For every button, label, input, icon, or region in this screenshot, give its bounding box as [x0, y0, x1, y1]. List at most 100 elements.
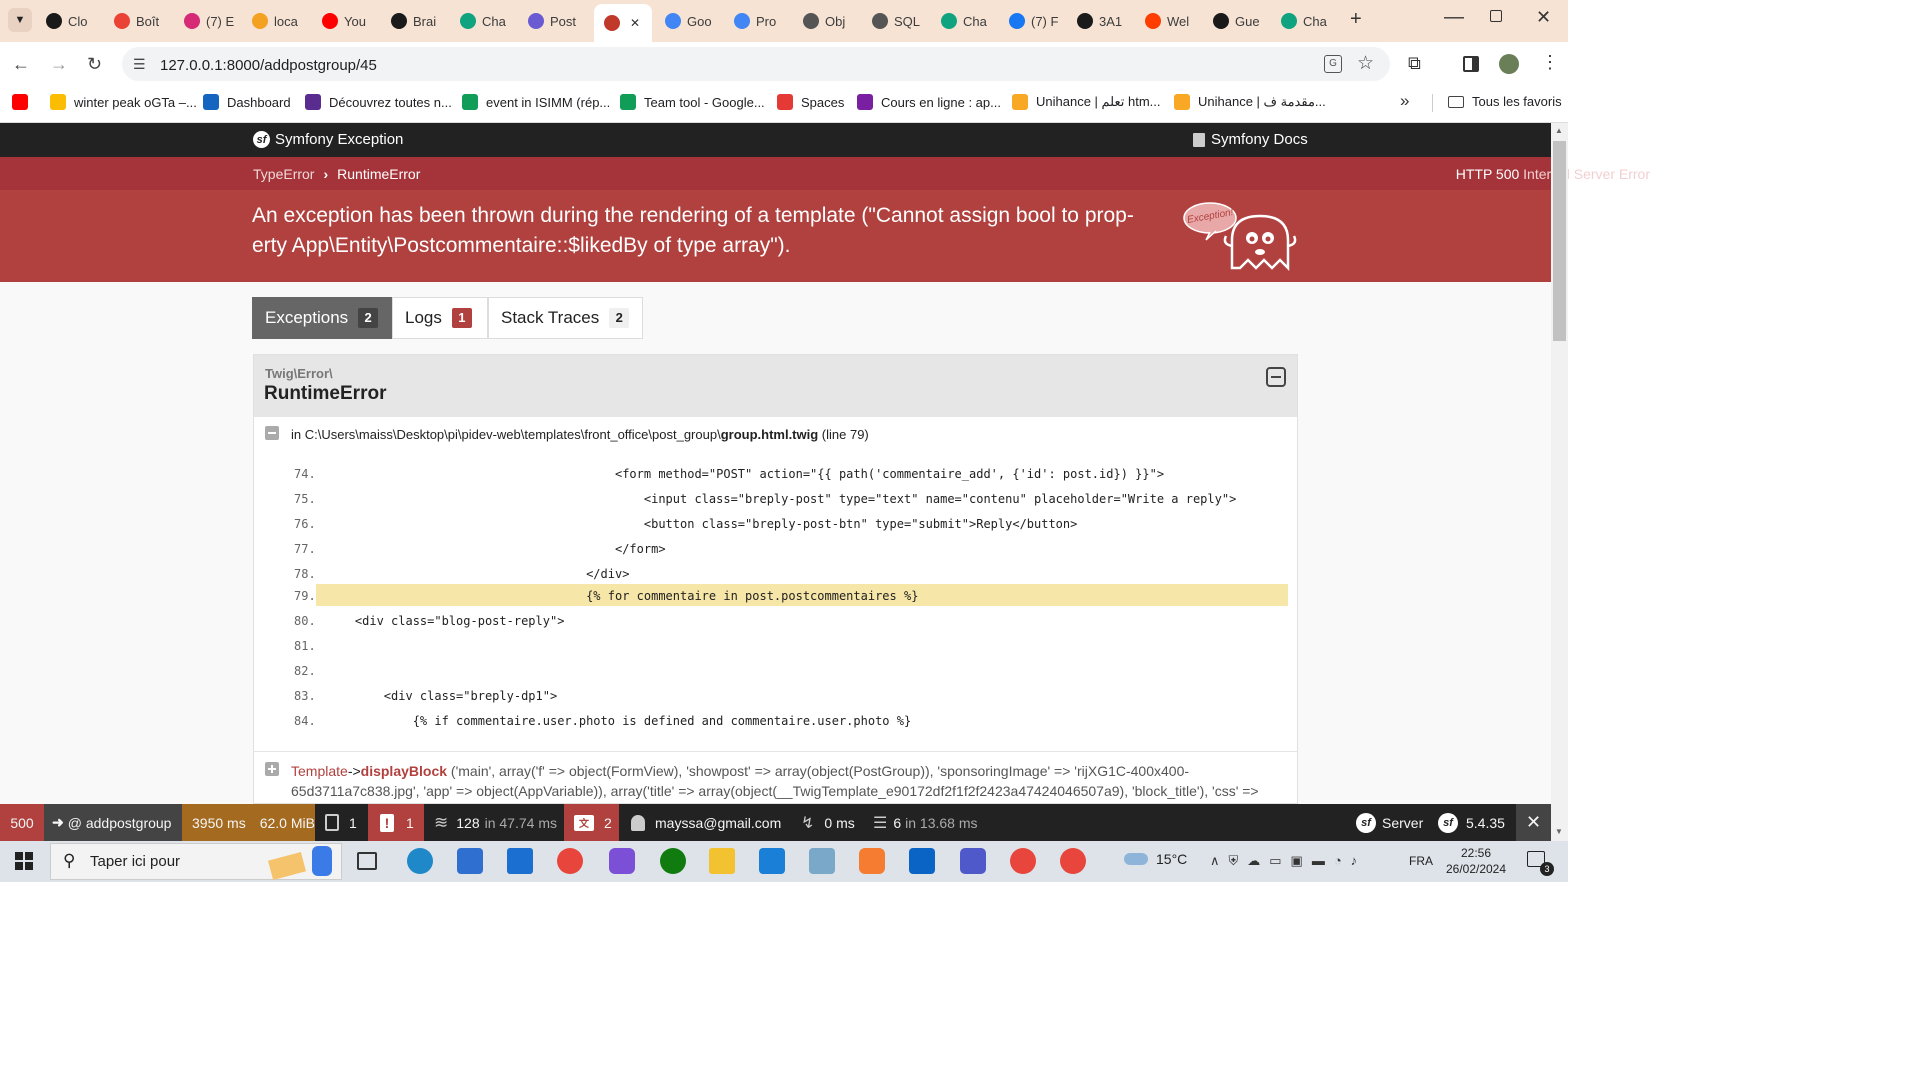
- translation-count: 2: [604, 814, 612, 831]
- browser-tab[interactable]: Post: [528, 6, 588, 36]
- browser-tab[interactable]: ✕: [594, 4, 652, 42]
- tab-exceptions[interactable]: Exceptions 2: [252, 297, 392, 339]
- browser-tab[interactable]: Wel: [1145, 6, 1205, 36]
- vscode-icon[interactable]: [759, 848, 785, 874]
- all-bookmarks-folder[interactable]: Tous les favoris: [1448, 94, 1562, 109]
- xampp-icon[interactable]: [859, 848, 885, 874]
- bookmark-item[interactable]: Unihance | تعلم htm...: [1012, 94, 1161, 110]
- page-scrollbar[interactable]: ▲ ▼: [1551, 123, 1568, 841]
- scrollbar-thumb[interactable]: [1553, 141, 1566, 341]
- side-panel-icon[interactable]: [1463, 56, 1479, 72]
- teams-icon[interactable]: [960, 848, 986, 874]
- events-block[interactable]: ↯ 0 ms: [789, 804, 863, 841]
- bookmark-item[interactable]: Découvrez toutes n...: [305, 94, 452, 110]
- user-block[interactable]: mayssa@gmail.com: [619, 804, 789, 841]
- xbox-icon[interactable]: [660, 848, 686, 874]
- browser-tab[interactable]: Cha: [1281, 6, 1341, 36]
- app-icon[interactable]: [609, 848, 635, 874]
- cache-block[interactable]: ≋ 128 in 47.74 ms: [424, 804, 564, 841]
- toolbar-close-button[interactable]: ✕: [1516, 804, 1551, 841]
- browser-tab[interactable]: You: [322, 6, 382, 36]
- note-icon[interactable]: [809, 848, 835, 874]
- tab-logs[interactable]: Logs 1: [392, 297, 488, 339]
- browser-tab[interactable]: (7) E: [184, 6, 244, 36]
- close-tab-icon[interactable]: ✕: [630, 16, 640, 30]
- chrome-icon[interactable]: [1060, 848, 1086, 874]
- close-window-icon[interactable]: ✕: [1536, 7, 1551, 28]
- store-icon[interactable]: [457, 848, 483, 874]
- trace-class[interactable]: Template: [291, 763, 348, 779]
- new-tab-button[interactable]: +: [1350, 8, 1362, 31]
- bookmark-item[interactable]: Dashboard: [203, 94, 291, 110]
- translate-icon[interactable]: G: [1324, 55, 1342, 73]
- minimize-icon[interactable]: —: [1444, 6, 1464, 29]
- scroll-down-icon[interactable]: ▼: [1555, 827, 1563, 836]
- version-block[interactable]: sf 5.4.35: [1432, 804, 1518, 841]
- site-info-icon[interactable]: ☰: [133, 56, 146, 73]
- outlook-icon[interactable]: [909, 848, 935, 874]
- menu-kebab-icon[interactable]: ⋮: [1541, 52, 1559, 73]
- weather-widget[interactable]: 15°C: [1124, 851, 1187, 867]
- windows-start-icon[interactable]: [15, 852, 33, 870]
- browser-tab[interactable]: (7) F: [1009, 6, 1069, 36]
- chrome-icon[interactable]: [557, 848, 583, 874]
- file-explorer-icon[interactable]: [709, 848, 735, 874]
- taskbar-search-text[interactable]: Taper ici pour: [90, 853, 180, 870]
- location-file[interactable]: group.html.twig: [721, 427, 818, 442]
- url-text[interactable]: 127.0.0.1:8000/addpostgroup/45: [160, 57, 377, 74]
- file-collapse-icon[interactable]: [265, 426, 279, 440]
- browser-tab[interactable]: Pro: [734, 6, 794, 36]
- bookmark-item[interactable]: Spaces: [777, 94, 844, 110]
- browser-tab[interactable]: Boît: [114, 6, 174, 36]
- browser-tab[interactable]: Goo: [665, 6, 725, 36]
- browser-tab[interactable]: 3A1: [1077, 6, 1137, 36]
- symfony-docs-link[interactable]: Symfony Docs: [1193, 131, 1308, 148]
- task-view-icon[interactable]: [357, 852, 377, 870]
- forms-block[interactable]: 1: [315, 804, 368, 841]
- restore-icon[interactable]: [1490, 10, 1502, 22]
- exception-panel-header[interactable]: [254, 355, 1297, 417]
- performance-block[interactable]: 3950 ms 62.0 MiB: [182, 804, 315, 841]
- browser-tab[interactable]: Clo: [46, 6, 106, 36]
- browser-tab[interactable]: Cha: [941, 6, 1001, 36]
- tab-search-button[interactable]: ▼: [8, 8, 32, 32]
- mail-icon[interactable]: [507, 848, 533, 874]
- translation-block[interactable]: 文 2: [564, 804, 619, 841]
- profile-avatar[interactable]: [1499, 54, 1519, 74]
- bookmarks-more-icon[interactable]: »: [1400, 91, 1409, 111]
- server-block[interactable]: sf Server: [1350, 804, 1428, 841]
- logs-block[interactable]: ! 1: [368, 804, 424, 841]
- bookmark-star-icon[interactable]: ☆: [1357, 52, 1374, 75]
- chrome-icon[interactable]: [1010, 848, 1036, 874]
- browser-tab[interactable]: Brai: [391, 6, 451, 36]
- database-block[interactable]: ☰ 6 in 13.68 ms: [863, 804, 983, 841]
- browser-tab[interactable]: Gue: [1213, 6, 1273, 36]
- extensions-icon[interactable]: ⧉: [1408, 53, 1421, 74]
- tray-icons[interactable]: ∧⛨☁▭▣▬◔♪: [1210, 853, 1366, 869]
- clock[interactable]: 22:56 26/02/2024: [1438, 845, 1514, 877]
- scroll-up-icon[interactable]: ▲: [1555, 126, 1563, 135]
- forward-icon[interactable]: →: [50, 54, 68, 75]
- symfony-logo-link[interactable]: sf Symfony Exception: [253, 131, 403, 148]
- bookmark-item[interactable]: Cours en ligne : ap...: [857, 94, 1001, 110]
- browser-tab[interactable]: Cha: [460, 6, 520, 36]
- tab-stack-traces[interactable]: Stack Traces 2: [488, 297, 643, 339]
- language-indicator[interactable]: FRA: [1409, 854, 1433, 868]
- edge-icon[interactable]: [407, 848, 433, 874]
- browser-tab[interactable]: SQL: [872, 6, 932, 36]
- browser-tab[interactable]: loca: [252, 6, 312, 36]
- collapse-icon[interactable]: [1266, 367, 1286, 387]
- reload-icon[interactable]: ↻: [87, 54, 102, 75]
- breadcrumb-runtimeerror[interactable]: RuntimeError: [337, 166, 420, 182]
- browser-tab[interactable]: Obj: [803, 6, 863, 36]
- breadcrumb-typeerror[interactable]: TypeError: [253, 166, 314, 182]
- status-code-block[interactable]: 500: [0, 804, 44, 841]
- back-icon[interactable]: ←: [12, 54, 30, 75]
- bookmark-item[interactable]: Team tool - Google...: [620, 94, 765, 110]
- bookmark-item[interactable]: [12, 94, 36, 110]
- bookmark-item[interactable]: event in ISIMM (rép...: [462, 94, 610, 110]
- route-block[interactable]: ➜ @ addpostgroup: [44, 804, 182, 841]
- bookmark-item[interactable]: winter peak oGTa –...: [50, 94, 197, 110]
- bookmark-item[interactable]: Unihance | مقدمة ف...: [1174, 94, 1326, 110]
- trace-expand-icon[interactable]: [265, 762, 279, 776]
